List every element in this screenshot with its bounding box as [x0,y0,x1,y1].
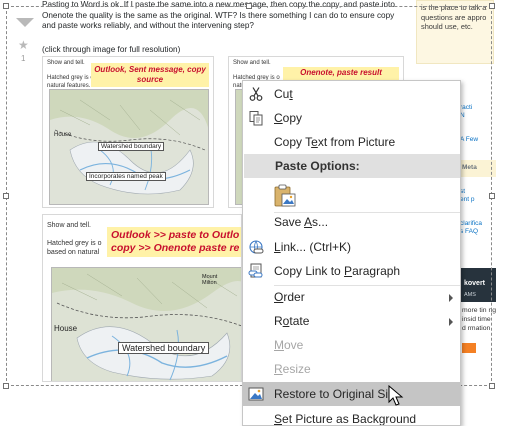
map-label-watershed: Watershed boundary [118,342,210,354]
menu-item-link[interactable]: Link... (Ctrl+K) [243,235,460,259]
map-label-peak: Incorporates named peak [86,172,166,181]
map-label-watershed: Watershed boundary [98,142,165,151]
menu-item-move: Move [243,333,460,357]
terrain-map: House Watershed boundary Mount Milton [51,267,241,381]
context-menu: Cut Copy Copy Text from Picture Paste Op… [242,80,461,426]
menu-item-copy-link-to-paragraph[interactable]: Copy Link to Paragraph [243,259,460,283]
shot-banner: Outlook, Sent message, copy source [91,63,209,87]
shot-banner: Outlook >> paste to Outlo copy >> Onenot… [107,227,241,257]
map-label-mountain: Mount Milton [202,274,218,286]
terrain-map: House Watershed boundary Incorporates na… [49,89,209,205]
shot-banner-line: copy >> Onenote paste re [111,241,240,254]
paste-options-header: Paste Options: [244,154,460,178]
map-label-house: House [54,132,72,138]
menu-item-label: Rotate [274,314,310,328]
shot-caption-line: Hatched grey is o [47,240,102,247]
resize-handle[interactable] [3,3,9,9]
restore-image-icon [248,387,264,401]
screenshot-outlook-paste[interactable]: Show and tell. Hatched grey is o based o… [42,214,242,382]
copy-icon [249,111,263,126]
map-label-house: House [54,324,78,333]
menu-item-label: Save As... [274,215,329,229]
menu-item-label: Move [274,338,304,352]
mouse-pointer-icon [388,385,404,406]
menu-item-label: Order [274,290,305,304]
submenu-arrow-icon [449,318,453,326]
resize-handle[interactable] [3,193,9,199]
menu-item-label: Copy Text from Picture [274,135,396,149]
paragraph-link-icon [248,263,263,278]
resize-handle[interactable] [489,3,495,9]
scissors-icon [249,87,263,101]
menu-item-copy[interactable]: Copy [243,106,460,130]
menu-item-label: Link... (Ctrl+K) [274,240,352,254]
menu-item-resize: Resize [243,357,460,381]
shot-caption-title: Show and tell. [47,222,91,229]
menu-item-rotate[interactable]: Rotate [243,309,460,333]
shot-caption-line: based on natural [47,249,100,256]
shot-banner: Onenote, paste result [283,67,399,81]
menu-item-save-as[interactable]: Save As... [243,210,460,234]
shot-banner-line: Outlook >> paste to Outlo [111,229,240,241]
menu-item-restore-original-size[interactable]: Restore to Original Siz [243,382,460,406]
menu-item-label: Copy [274,111,303,125]
menu-item-order[interactable]: Order [243,285,460,309]
resize-handle[interactable] [489,383,495,389]
submenu-arrow-icon [449,294,453,302]
paste-options-label: Paste Options: [275,159,360,173]
resize-handle[interactable] [3,383,9,389]
menu-item-label: Restore to Original Siz [274,387,395,401]
menu-item-label: Set Picture as Background [274,412,417,426]
menu-item-cut[interactable]: Cut [243,82,460,106]
resize-handle[interactable] [246,3,252,9]
screenshot-outlook-source[interactable]: Show and tell. Hatched grey is o natural f… [42,56,214,208]
link-icon [249,240,264,254]
menu-item-label: Resize [274,362,311,376]
paste-option-picture[interactable] [243,180,460,212]
resize-handle[interactable] [489,193,495,199]
menu-item-set-picture-background[interactable]: Set Picture as Background [243,407,460,426]
document-canvas: ★ 1 Pasting to Word is ok. If I paste th… [0,0,512,426]
paste-picture-icon [274,184,296,207]
menu-item-copy-text-from-picture[interactable]: Copy Text from Picture [243,130,460,154]
menu-item-label: Cut [274,87,293,101]
menu-item-label: Copy Link to Paragraph [274,264,401,278]
